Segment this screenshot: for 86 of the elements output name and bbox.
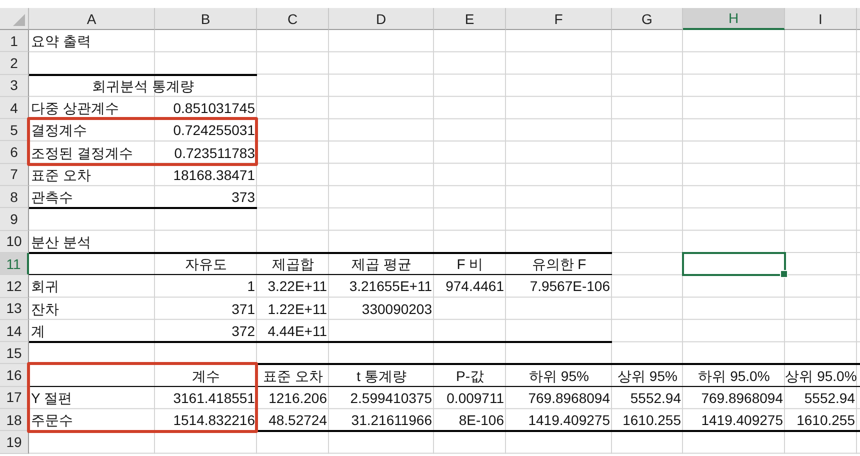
table-cell-text: 8E-106	[458, 411, 505, 430]
column-label-cell-text: 하위 95.0%	[697, 366, 771, 386]
row-header[interactable]: 4	[0, 96, 29, 120]
column-header[interactable]: F	[506, 8, 612, 30]
column-label-cell-text: 제곱합	[271, 255, 315, 274]
column-label-cell-text: 상위 95%	[616, 366, 678, 386]
table-cell-text: 1419.409275	[700, 411, 784, 430]
row-header[interactable]: 6	[0, 141, 29, 164]
row-header[interactable]: 18	[0, 409, 29, 432]
column-label-cell-text: 계수	[191, 366, 221, 386]
column-header[interactable]: C	[257, 8, 329, 30]
table-cell-text: 조정된 결정계수	[30, 144, 134, 163]
table-cell-text: 결정계수	[30, 121, 88, 140]
table-cell-text: 31.21611966	[350, 411, 433, 430]
row-header[interactable]: 2	[0, 52, 29, 75]
table-cell-text: 회귀	[30, 277, 60, 296]
table-cell-text: 371	[230, 300, 256, 319]
table-cell-text: 330090203	[360, 300, 433, 319]
table-cell-text: 1	[246, 277, 256, 296]
table-cell-text: 1514.832216	[172, 411, 256, 430]
column-label-cell-text: P-값	[455, 366, 485, 386]
table-cell-text: 1610.255	[796, 411, 856, 430]
table-cell-text: 0.009711	[446, 388, 505, 408]
table-cell-text: 0.724255031	[172, 121, 256, 140]
row-header[interactable]: 10	[0, 230, 29, 253]
column-header[interactable]: D	[329, 8, 434, 30]
table-cell-text: 관측수	[30, 188, 74, 208]
row-header[interactable]: 13	[0, 298, 29, 320]
column-label-cell-text: 제곱 평균	[350, 255, 412, 274]
table-cell-text: 1610.255	[622, 411, 682, 430]
row-header[interactable]: 14	[0, 320, 29, 342]
table-cell-text: 769.8968094	[700, 388, 784, 408]
row-header[interactable]: 8	[0, 186, 29, 208]
table-cell-text: 1419.409275	[527, 411, 611, 430]
table-cell-text: 3161.418551	[172, 388, 256, 408]
fill-handle[interactable]	[780, 270, 788, 278]
table-cell-text: 5552.94	[629, 388, 682, 408]
table-cell-text: 974.4461	[444, 277, 505, 296]
column-header[interactable]: G	[612, 8, 683, 30]
column-header[interactable]: E	[434, 8, 506, 30]
table-cell-text: 잔차	[30, 300, 60, 319]
table-cell-text: 5552.94	[803, 388, 856, 408]
table-cell-text: 3.21655E+11	[348, 277, 433, 296]
table-cell-text: Y 절편	[30, 388, 73, 408]
column-label-cell-text: 상위 95.0%	[785, 366, 857, 386]
table-cell-text: 0.851031745	[172, 99, 256, 118]
table-cell-text: 3.22E+11	[266, 277, 328, 296]
section-title-cell-text: 요약 출력	[30, 32, 92, 52]
row-header[interactable]: 5	[0, 119, 29, 142]
row-header[interactable]: 7	[0, 164, 29, 186]
row-header[interactable]: 19	[0, 431, 29, 454]
column-label-cell-text: t 통계량	[356, 366, 408, 386]
table-cell-text: 4.44E+11	[266, 322, 328, 341]
column-label-cell-text: 자유도	[184, 255, 228, 274]
row-header[interactable]: 12	[0, 275, 29, 298]
column-label-cell-text: 표준 오차	[262, 366, 324, 386]
column-label-cell-text: 하위 95%	[528, 366, 590, 386]
row-header[interactable]: 9	[0, 208, 29, 231]
row-header[interactable]: 1	[0, 30, 29, 52]
table-cell-text: 표준 오차	[30, 166, 92, 185]
table-cell-text: 372	[230, 322, 256, 341]
column-header[interactable]: A	[29, 8, 155, 30]
table-cell-text: 2.599410375	[349, 388, 433, 408]
column-header[interactable]: H	[683, 8, 785, 30]
section-title-cell-text: 분산 분석	[30, 232, 92, 252]
table-cell-text: 18168.38471	[172, 166, 256, 185]
table-cell-text: 373	[230, 188, 256, 208]
row-header[interactable]: 15	[0, 342, 29, 364]
table-cell-text: 계	[30, 322, 46, 341]
table-cell-text: 주문수	[30, 411, 74, 430]
row-header[interactable]: 16	[0, 364, 29, 387]
column-label-cell-text: 유의한 F	[530, 255, 588, 274]
table-cell-text: 7.9567E-106	[528, 277, 611, 296]
row-header[interactable]: 3	[0, 74, 29, 97]
table-cell-text: 다중 상관계수	[30, 99, 120, 118]
column-label-cell-text: F 비	[456, 255, 484, 274]
table-cell-text: 769.8968094	[527, 388, 611, 408]
column-header[interactable]: B	[155, 8, 257, 30]
row-header[interactable]: 11	[0, 252, 29, 276]
active-cell[interactable]	[682, 252, 786, 276]
table-cell-text: 0.723511783	[173, 144, 256, 163]
table-heading-cell-text: 회귀분석 통계량	[91, 76, 195, 96]
table-cell-text: 48.52724	[268, 411, 328, 430]
column-header[interactable]: I	[785, 8, 857, 30]
table-cell-text: 1.22E+11	[266, 300, 328, 319]
table-cell-text: 1216.206	[268, 388, 328, 408]
